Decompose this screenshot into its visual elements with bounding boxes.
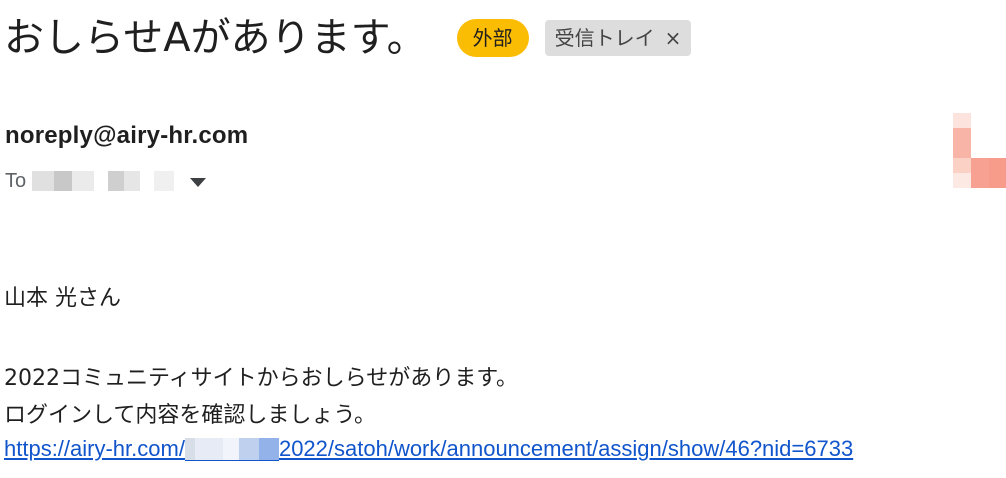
redacted-recipient: [32, 171, 55, 191]
sender-avatar-redacted: [953, 113, 1006, 188]
message-line-2: ログインして内容を確認しましょう。: [4, 403, 377, 428]
redacted-link-segment[interactable]: [222, 437, 239, 461]
redacted-recipient: [54, 171, 73, 191]
link-suffix[interactable]: 2022/satoh/work/announcement/assign/show…: [279, 436, 853, 462]
redacted-link-segment[interactable]: [238, 437, 259, 461]
to-label: To: [5, 169, 27, 192]
redacted-recipient: [108, 171, 125, 191]
inbox-label-text: 受信トレイ: [554, 26, 655, 50]
recipients-row: To: [5, 166, 207, 196]
message-line-1: 2022コミュニティサイトからおしらせがあります。: [4, 366, 519, 391]
email-subject: おしらせAがあります。: [4, 15, 427, 61]
redacted-link-segment[interactable]: [184, 437, 195, 461]
external-label-badge: 外部: [456, 19, 529, 57]
redacted-recipient: [154, 171, 175, 191]
redacted-recipient: [72, 171, 95, 191]
sender-email: noreply@airy-hr.com: [5, 122, 249, 149]
redacted-link-segment[interactable]: [258, 437, 279, 461]
recipient-details-dropdown-icon[interactable]: [190, 177, 207, 187]
remove-label-icon[interactable]: ×: [665, 20, 682, 56]
redacted-recipient: [124, 171, 141, 191]
inbox-label-chip[interactable]: 受信トレイ ×: [544, 20, 692, 56]
greeting-text: 山本 光さん: [4, 286, 121, 311]
redacted-link-segment[interactable]: [194, 437, 223, 461]
link-prefix[interactable]: https://airy-hr.com/: [4, 436, 185, 462]
announcement-link[interactable]: https://airy-hr.com/ 2022/satoh/work/ann…: [4, 436, 853, 462]
subject-row: おしらせAがあります。 外部 受信トレイ ×: [4, 8, 692, 68]
